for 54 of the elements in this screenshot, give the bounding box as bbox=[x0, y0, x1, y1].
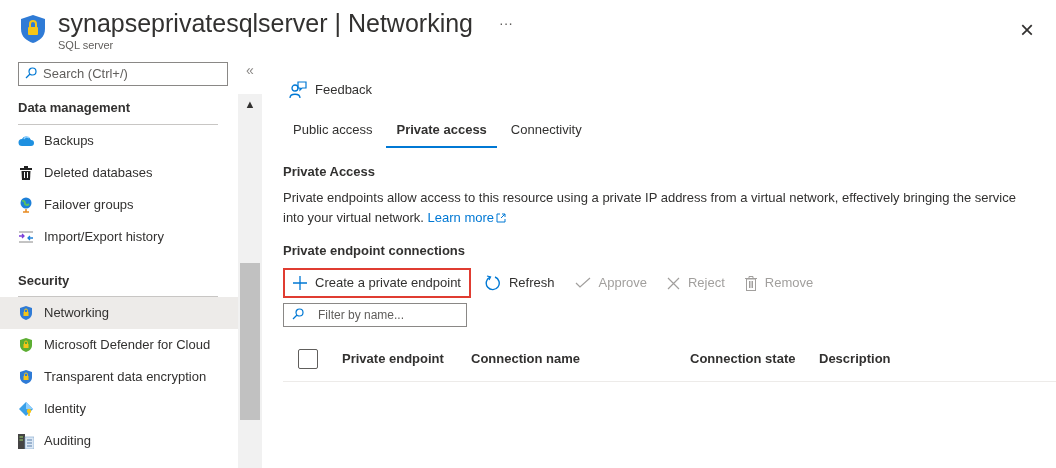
shield-lock-icon bbox=[20, 14, 46, 44]
column-header[interactable]: Description bbox=[819, 348, 891, 369]
filter-field[interactable]: Filter by name... bbox=[283, 303, 467, 327]
trash-icon bbox=[744, 275, 757, 291]
column-header[interactable]: Connection state bbox=[690, 348, 819, 369]
feedback-icon bbox=[289, 81, 307, 99]
shield-lock-icon bbox=[19, 305, 33, 321]
cloud-icon bbox=[18, 134, 34, 147]
section-heading: Private endpoint connections bbox=[283, 241, 467, 260]
collapse-button[interactable]: « bbox=[246, 60, 254, 80]
column-header[interactable]: Private endpoint bbox=[342, 348, 471, 369]
sidebar-item[interactable]: Backups bbox=[0, 124, 238, 157]
sidebar-item[interactable]: Microsoft Defender for Cloud bbox=[0, 329, 238, 361]
tab[interactable]: Public access bbox=[283, 114, 383, 148]
plus-icon bbox=[293, 276, 307, 290]
sidebar-item[interactable]: Deleted databases bbox=[0, 156, 238, 189]
toolbar-button[interactable]: Create a private endpoint bbox=[283, 268, 471, 298]
search-icon bbox=[292, 308, 304, 320]
group-heading: Data management bbox=[18, 94, 218, 125]
import-export-icon bbox=[18, 230, 34, 243]
shield-lock-icon bbox=[19, 369, 33, 385]
diamond-key-icon bbox=[18, 401, 34, 417]
search-field[interactable]: Search (Ctrl+/) bbox=[18, 61, 228, 86]
section-description: Private endpoints allow access to this resource using a private IP address from a virtual network, effectively bringing the service into your virtual network. Learn more bbox=[283, 187, 1056, 228]
more-button[interactable]: ··· bbox=[499, 12, 513, 34]
server-log-icon bbox=[18, 433, 34, 449]
trash-icon bbox=[20, 165, 32, 180]
resource-type: SQL server bbox=[58, 38, 115, 52]
sidebar-item[interactable]: Identity bbox=[0, 393, 238, 425]
scroll-up-button[interactable]: ▲ bbox=[244, 96, 256, 113]
sidebar-item[interactable]: Transparent data encryption bbox=[0, 361, 238, 393]
select-all-checkbox[interactable] bbox=[298, 348, 318, 369]
sidebar-item[interactable]: Networking bbox=[0, 297, 238, 329]
feedback-button[interactable]: Feedback bbox=[283, 76, 373, 104]
search-icon bbox=[25, 67, 37, 79]
tab[interactable]: Private access bbox=[386, 114, 497, 148]
sidebar-item[interactable]: Import/Export history bbox=[0, 220, 238, 253]
section-heading: Private Access bbox=[283, 163, 377, 181]
scrollbar-thumb[interactable] bbox=[240, 262, 260, 420]
x-icon bbox=[666, 276, 680, 290]
learn-more-link[interactable]: Learn more bbox=[427, 207, 506, 228]
shield-lock-icon bbox=[19, 337, 33, 353]
refresh-icon bbox=[485, 275, 501, 291]
toolbar-button[interactable]: Refresh bbox=[475, 268, 565, 298]
close-button[interactable]: × bbox=[1020, 18, 1034, 42]
sidebar-item[interactable]: Failover groups bbox=[0, 188, 238, 221]
sidebar-item[interactable]: Auditing bbox=[0, 425, 238, 457]
tab[interactable]: Connectivity bbox=[500, 114, 592, 148]
globe-icon bbox=[19, 196, 33, 213]
page-title: synapseprivatesqlserver | Networking bbox=[58, 8, 473, 38]
checkmark-icon bbox=[574, 277, 591, 289]
scrollbar[interactable]: ▲ bbox=[238, 94, 262, 468]
external-link-icon bbox=[496, 212, 506, 223]
column-header[interactable]: Connection name bbox=[471, 348, 690, 369]
